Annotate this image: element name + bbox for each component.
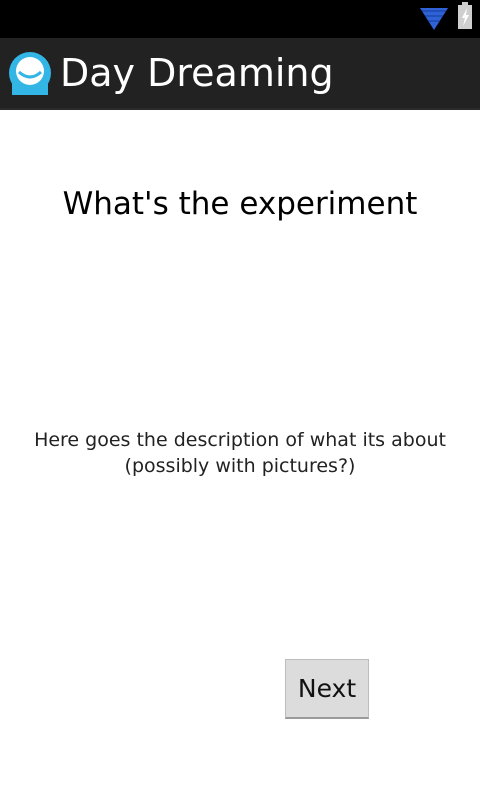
action-bar: Day Dreaming xyxy=(0,38,480,110)
status-bar xyxy=(0,0,480,38)
next-button[interactable]: Next xyxy=(285,659,369,719)
wifi-icon xyxy=(420,8,448,30)
description-line-1: Here goes the description of what its ab… xyxy=(34,429,446,451)
page-heading: What's the experiment xyxy=(62,186,418,222)
battery-charging-icon xyxy=(458,2,472,29)
description-line-2: (possibly with pictures?) xyxy=(124,455,356,477)
main-content: What's the experiment Here goes the desc… xyxy=(0,110,480,800)
description-text: Here goes the description of what its ab… xyxy=(0,427,480,479)
app-logo-icon[interactable] xyxy=(8,51,52,95)
app-title: Day Dreaming xyxy=(60,51,334,95)
